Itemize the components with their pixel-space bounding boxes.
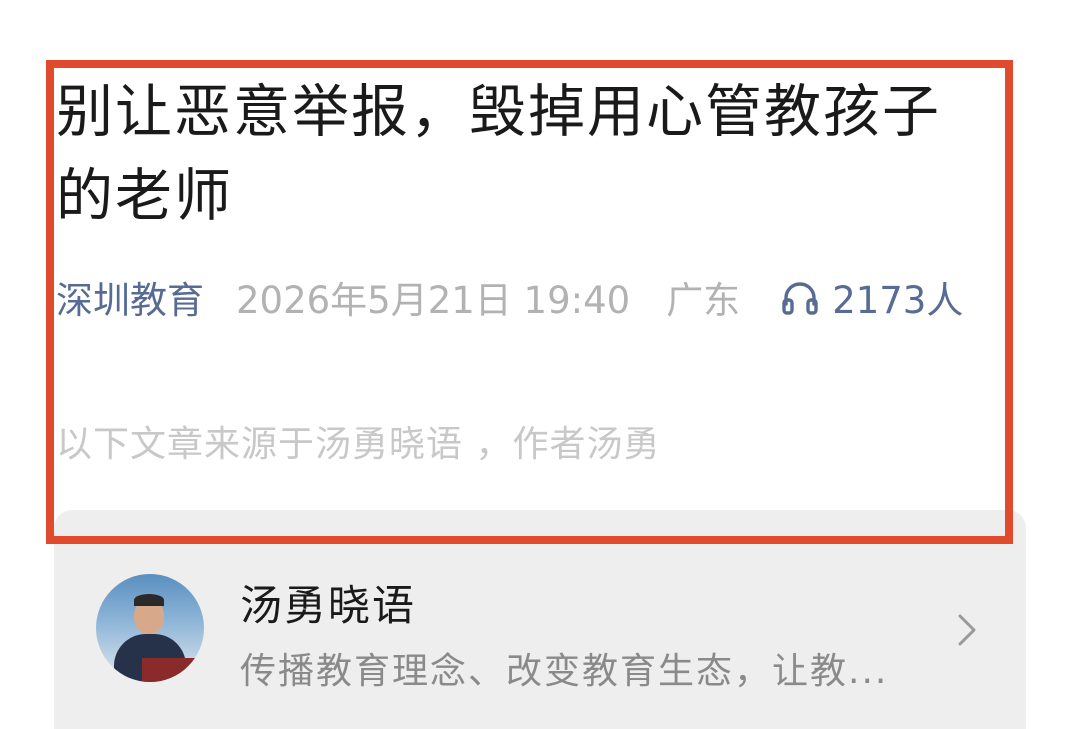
source-account-link[interactable]: 深圳教育 <box>56 270 204 324</box>
source-note: 以下文章来源于汤勇晓语 ，作者汤勇 <box>56 424 661 465</box>
chevron-right-icon <box>958 614 976 646</box>
avatar <box>96 574 204 682</box>
publish-time: 2026年5月21日 19:40 <box>236 279 631 322</box>
region-label: 广东 <box>666 279 741 322</box>
profile-description: 传播教育理念、改变教育生态，让教... <box>240 651 889 692</box>
listen-count: 2173人 <box>832 279 964 322</box>
headphones-icon <box>782 282 818 315</box>
article-title: 别让恶意举报，毁掉用心管教孩子的老师 <box>56 79 941 229</box>
profile-name: 汤勇晓语 <box>240 581 417 630</box>
listen-button[interactable]: 2173人 <box>780 270 963 324</box>
profile-card[interactable]: 汤勇晓语 传播教育理念、改变教育生态，让教... <box>54 510 1026 729</box>
article-meta: 深圳教育 2026年5月21日 19:40 广东 2173人 <box>56 272 963 322</box>
